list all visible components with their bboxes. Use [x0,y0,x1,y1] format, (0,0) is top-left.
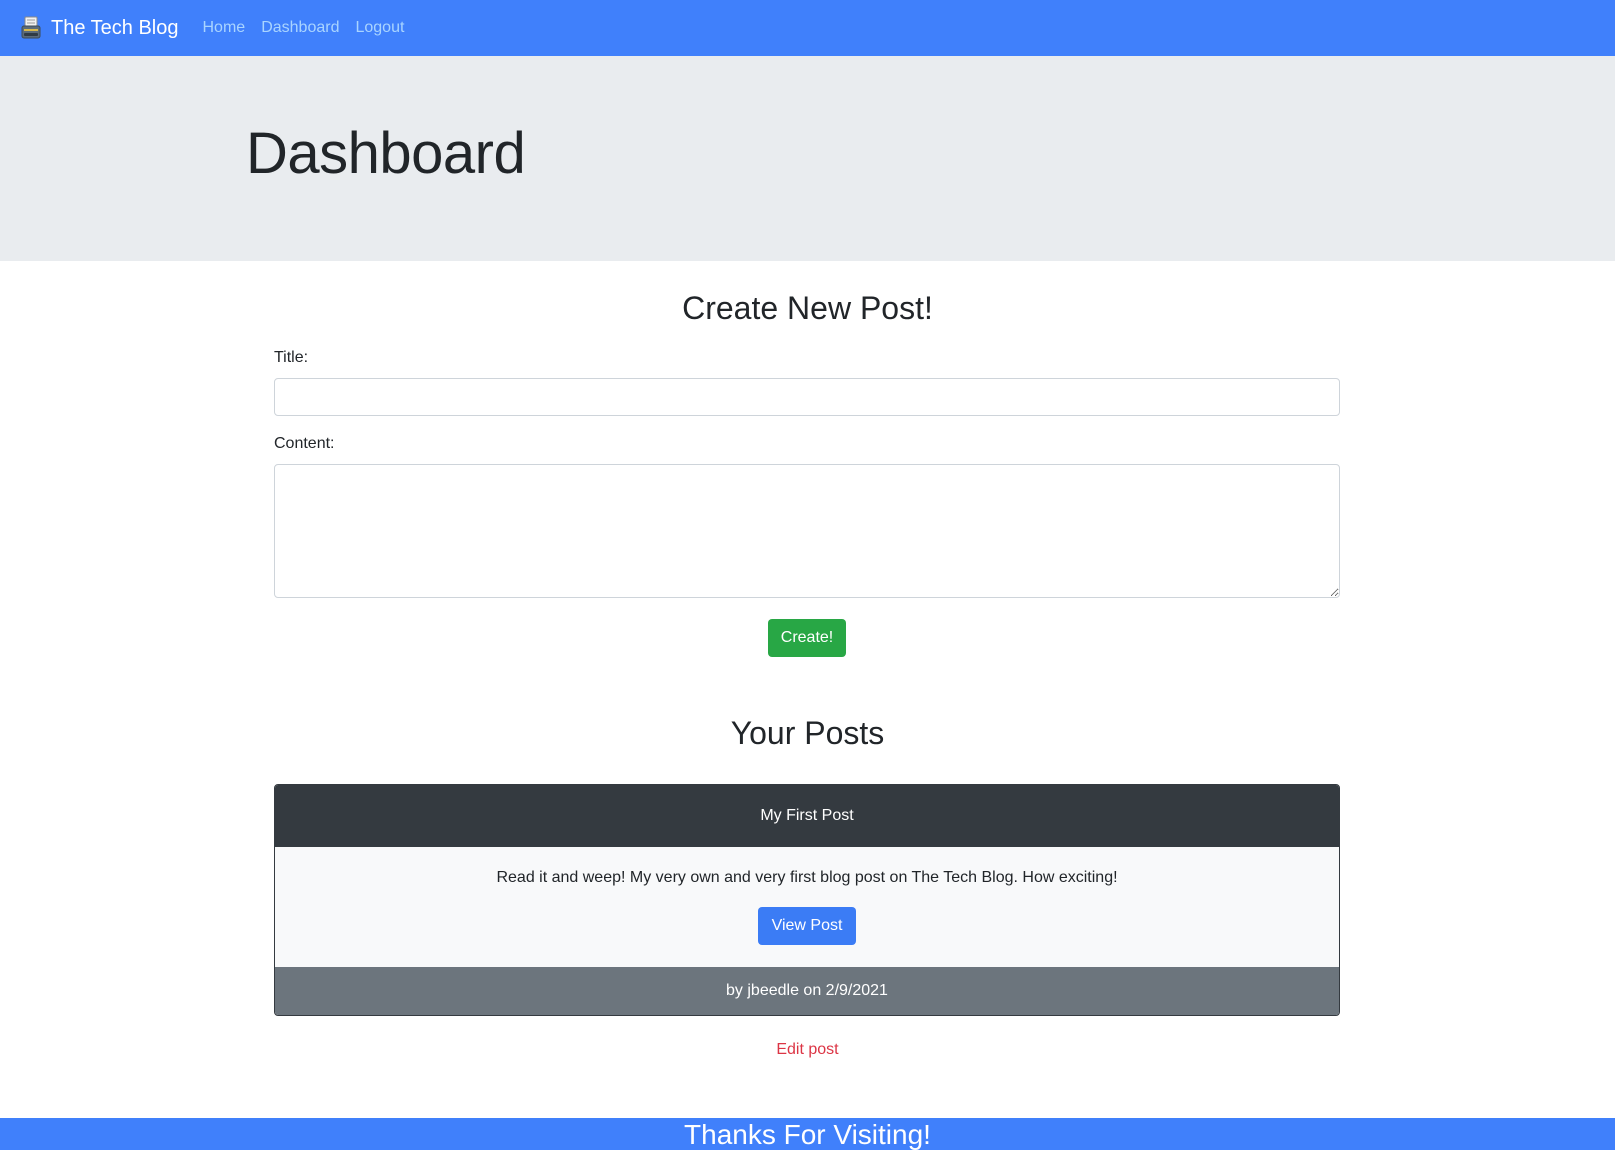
your-posts-heading: Your Posts [730,715,885,751]
page-footer: Thanks For Visiting! [0,1118,1615,1150]
hero-banner: Dashboard [0,56,1615,261]
brand-link[interactable]: The Tech Blog [20,16,179,40]
nav-link-logout[interactable]: Logout [355,19,404,37]
post-content-textarea[interactable] [274,464,1340,598]
page-title: Dashboard [246,121,526,186]
post-card: My First Post Read it and weep! My very … [274,784,1340,1016]
title-label: Title: [274,349,309,366]
post-card-content: Read it and weep! My very own and very f… [496,869,1118,886]
navbar: The Tech Blog Home Dashboard Logout [0,0,1615,56]
typewriter-icon [21,16,41,39]
content-label: Content: [274,435,335,452]
nav-link-home[interactable]: Home [203,19,246,37]
create-post-heading: Create New Post! [682,290,933,326]
post-title-input[interactable] [274,378,1340,416]
edit-post-link[interactable]: Edit post [0,1041,1615,1059]
nav-link-dashboard[interactable]: Dashboard [261,19,339,37]
post-card-title: My First Post [275,785,1339,847]
view-post-button[interactable]: View Post [758,907,856,945]
post-card-footer: by jbeedle on 2/9/2021 [275,967,1339,1015]
brand-name: The Tech Blog [51,16,179,39]
create-post-button[interactable]: Create! [768,619,846,657]
